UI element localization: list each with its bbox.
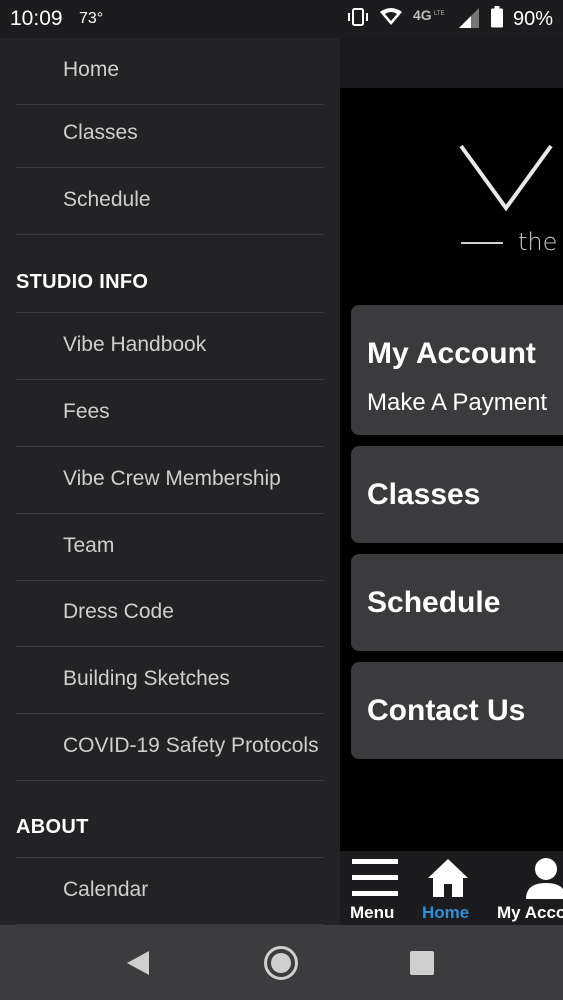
classes-tile[interactable]: Classes xyxy=(351,446,563,543)
home-circle-icon[interactable] xyxy=(263,945,299,986)
nav-home-label: Home xyxy=(422,903,470,922)
back-icon[interactable] xyxy=(125,950,151,981)
logo-dash xyxy=(461,242,503,244)
battery-percentage: 90% xyxy=(512,8,553,30)
status-bar: 10:09 73° 4G LTE 90% xyxy=(0,0,563,38)
drawer-item-label: Home xyxy=(63,58,120,81)
drawer-item-team[interactable]: Team xyxy=(16,514,324,581)
drawer-item-label: Classes xyxy=(63,121,138,144)
vibrate-icon xyxy=(347,7,369,32)
wifi-icon xyxy=(379,7,403,32)
drawer-section-about: ABOUT xyxy=(16,780,324,858)
drawer-item-label: Vibe Handbook xyxy=(63,333,207,356)
system-navigation-bar xyxy=(0,925,563,1000)
drawer-item-label: Calendar xyxy=(63,878,149,901)
app-header xyxy=(340,38,563,88)
drawer-item-label: COVID-19 Safety Protocols xyxy=(63,734,319,757)
svg-text:4G: 4G xyxy=(413,7,432,23)
drawer-item-label: Team xyxy=(63,534,115,557)
battery-icon xyxy=(490,6,503,33)
hamburger-icon xyxy=(352,859,398,904)
logo-tagline: the xyxy=(518,228,558,256)
nav-my-account[interactable]: My Account xyxy=(484,851,563,925)
tile-title: My Account xyxy=(367,337,536,370)
navigation-drawer: Home Classes Schedule STUDIO INFO Vibe H… xyxy=(0,38,340,925)
drawer-item-building-sketches[interactable]: Building Sketches xyxy=(16,647,324,714)
nav-menu-label: Menu xyxy=(350,903,395,922)
drawer-item-schedule[interactable]: Schedule xyxy=(16,168,324,235)
bottom-nav: Menu Home My Account xyxy=(340,851,563,925)
drawer-section-studio-info: STUDIO INFO xyxy=(16,235,324,313)
drawer-item-calendar[interactable]: Calendar xyxy=(16,858,324,925)
drawer-item-classes[interactable]: Classes xyxy=(16,101,324,168)
drawer-item-dress-code[interactable]: Dress Code xyxy=(16,580,324,647)
tile-title: Contact Us xyxy=(367,694,526,727)
person-icon xyxy=(526,857,563,904)
drawer-item-label: Schedule xyxy=(63,188,151,211)
nav-home[interactable]: Home xyxy=(412,851,484,925)
tile-title: Schedule xyxy=(367,586,501,619)
drawer-item-vibe-crew-membership[interactable]: Vibe Crew Membership xyxy=(16,447,324,514)
home-icon xyxy=(427,857,469,904)
main-content: the My Account Make A Payment Classes Sc… xyxy=(340,38,563,925)
section-heading: ABOUT xyxy=(16,816,89,838)
status-temperature: 73° xyxy=(79,10,104,27)
4g-lte-icon: 4G LTE xyxy=(413,6,447,33)
tile-subtitle: Make A Payment xyxy=(367,389,548,416)
drawer-item-fees[interactable]: Fees xyxy=(16,380,324,447)
cell-signal-icon xyxy=(457,6,481,33)
drawer-item-label: Building Sketches xyxy=(63,667,230,690)
section-heading: STUDIO INFO xyxy=(16,271,149,293)
drawer-item-label: Fees xyxy=(63,400,110,423)
drawer-item-label: Vibe Crew Membership xyxy=(63,467,281,490)
nav-menu[interactable]: Menu xyxy=(340,851,412,925)
my-account-tile[interactable]: My Account Make A Payment xyxy=(351,305,563,435)
svg-text:LTE: LTE xyxy=(434,11,445,17)
drawer-item-vibe-handbook[interactable]: Vibe Handbook xyxy=(16,313,324,380)
drawer-item-label: Dress Code xyxy=(63,600,174,623)
schedule-tile[interactable]: Schedule xyxy=(351,554,563,651)
nav-my-account-label: My Account xyxy=(497,903,563,922)
drawer-item-home[interactable]: Home xyxy=(16,38,324,105)
tile-title: Classes xyxy=(367,478,481,511)
recents-icon[interactable] xyxy=(410,951,434,980)
status-icons: 4G LTE 90% xyxy=(347,6,553,33)
contact-us-tile[interactable]: Contact Us xyxy=(351,662,563,759)
status-time: 10:09 xyxy=(10,7,63,30)
drawer-item-covid-19-safety-protocols[interactable]: COVID-19 Safety Protocols xyxy=(16,714,324,781)
